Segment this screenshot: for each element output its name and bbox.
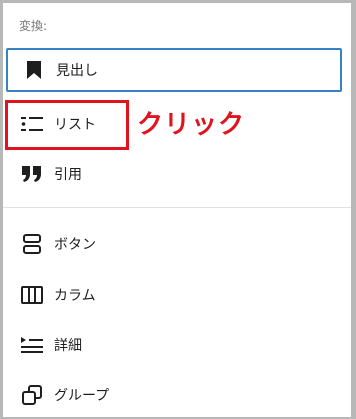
menu-item-label: 引用 (54, 167, 82, 183)
menu-item-label: カラム (54, 288, 96, 304)
menu-item-buttons[interactable]: ボタン (6, 222, 342, 266)
buttons-icon (20, 232, 44, 256)
menu-item-label: リスト (54, 117, 96, 133)
menu-item-label: ボタン (54, 237, 96, 253)
menu-divider (3, 207, 351, 208)
list-icon (20, 112, 44, 136)
menu-item-heading[interactable]: 見出し (6, 48, 342, 92)
menu-item-group[interactable]: グループ (6, 373, 342, 417)
menu-item-label: 詳細 (54, 338, 82, 354)
columns-icon (20, 283, 44, 307)
click-annotation: クリック (137, 110, 246, 140)
menu-heading: 変換: (19, 19, 48, 33)
details-icon (20, 333, 44, 357)
menu-item-details[interactable]: 詳細 (6, 323, 342, 367)
menu-item-columns[interactable]: カラム (6, 273, 342, 317)
group-icon (20, 383, 44, 407)
quote-icon (20, 162, 44, 186)
menu-item-label: グループ (54, 388, 110, 404)
menu-item-label: 見出し (56, 63, 98, 79)
bookmark-icon (22, 58, 46, 82)
menu-item-quote[interactable]: 引用 (6, 152, 342, 196)
